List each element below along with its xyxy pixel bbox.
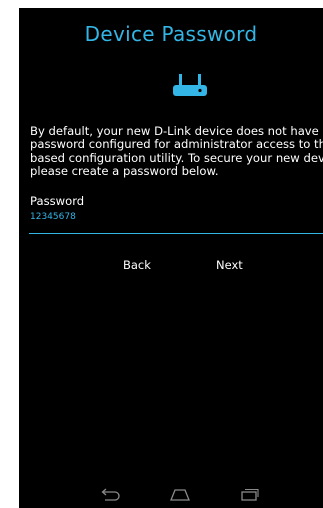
recent-apps-icon[interactable] xyxy=(238,488,260,502)
back-button[interactable]: Back xyxy=(119,256,155,274)
description-line: password configured for administrator ac… xyxy=(30,137,323,152)
description-line: based configuration utility. To secure y… xyxy=(30,150,323,165)
password-label: Password xyxy=(30,194,85,208)
password-value: 12345678 xyxy=(30,212,76,222)
app-screen: Device Password By default, your new D-L… xyxy=(19,8,323,508)
description-line: By default, your new D-Link device does … xyxy=(30,124,323,138)
router-icon xyxy=(173,74,207,96)
description-line: please create a password below. xyxy=(30,164,219,179)
next-button[interactable]: Next xyxy=(212,256,247,274)
description-text: By default, your new D-Link device does … xyxy=(30,124,323,179)
home-icon[interactable] xyxy=(169,488,191,502)
back-arrow-icon[interactable] xyxy=(99,488,121,502)
password-field[interactable]: 12345678 xyxy=(29,211,323,234)
navigation-bar xyxy=(19,484,323,508)
page-title: Device Password xyxy=(84,22,258,46)
